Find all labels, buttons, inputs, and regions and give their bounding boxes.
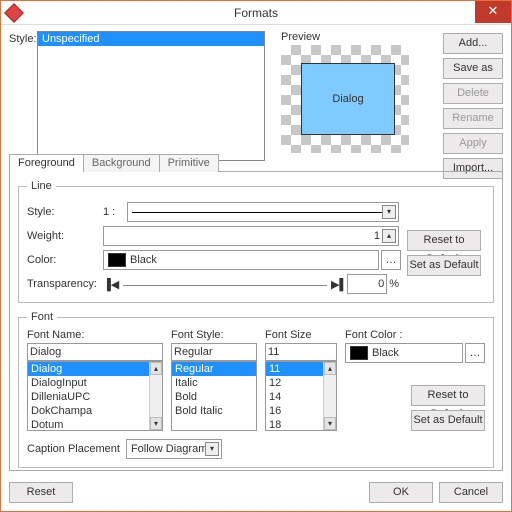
line-color-combo[interactable]: Black xyxy=(103,250,379,270)
font-name-label: Font Name: xyxy=(27,329,163,343)
line-style-combo[interactable]: ▾ xyxy=(127,202,399,222)
close-button[interactable]: ✕ xyxy=(475,1,511,23)
line-reset-default-button[interactable]: Reset to Default xyxy=(407,230,481,251)
color-swatch-black xyxy=(108,253,126,267)
slider-start-icon[interactable]: ▐◀ xyxy=(103,278,119,291)
slider-end-icon[interactable]: ▶▌ xyxy=(331,278,347,291)
line-set-default-button[interactable]: Set as Default xyxy=(407,255,481,276)
transparency-spinner[interactable] xyxy=(347,274,387,294)
add-button[interactable]: Add... xyxy=(443,33,503,54)
delete-button[interactable]: Delete xyxy=(443,83,503,104)
apply-button[interactable]: Apply xyxy=(443,133,503,154)
list-item[interactable]: Regular xyxy=(172,362,256,376)
cancel-button[interactable]: Cancel xyxy=(439,482,503,503)
tab-foreground[interactable]: Foreground xyxy=(9,154,84,172)
list-item[interactable]: DilleniaUPC xyxy=(28,390,162,404)
stepper-icon[interactable]: ▴ xyxy=(382,229,396,243)
color-swatch-black xyxy=(350,346,368,360)
line-style-label: Style: xyxy=(27,206,103,218)
color-browse-button[interactable]: … xyxy=(381,250,401,270)
transparency-slider[interactable] xyxy=(123,275,327,293)
transparency-label: Transparency: xyxy=(27,278,103,290)
font-color-label: Font Color : xyxy=(345,329,485,343)
font-style-input[interactable] xyxy=(171,343,257,361)
caption-placement-label: Caption Placement xyxy=(27,443,120,455)
style-item-unspecified[interactable]: Unspecified xyxy=(38,32,264,46)
font-fieldset: Font Font Name: Dialog DialogInput Dille… xyxy=(18,311,494,468)
caption-placement-combo[interactable]: Follow Diagram ▾ xyxy=(126,439,222,459)
tab-primitive[interactable]: Primitive xyxy=(159,154,219,172)
font-legend: Font xyxy=(27,311,57,323)
font-size-input[interactable] xyxy=(265,343,337,361)
list-item[interactable]: Dialog xyxy=(28,362,162,376)
font-name-input[interactable] xyxy=(27,343,163,361)
font-set-default-button[interactable]: Set as Default xyxy=(411,410,485,431)
font-style-list[interactable]: Regular Italic Bold Bold Italic xyxy=(171,361,257,431)
list-item[interactable]: Italic xyxy=(172,376,256,390)
font-size-label: Font Size xyxy=(265,329,337,343)
list-item[interactable]: Bold xyxy=(172,390,256,404)
line-weight-label: Weight: xyxy=(27,230,103,242)
line-color-label: Color: xyxy=(27,254,103,266)
font-size-list[interactable]: 11 12 14 16 18 ▴▾ xyxy=(265,361,337,431)
chevron-down-icon: ▾ xyxy=(205,442,219,456)
window-title: Formats xyxy=(1,6,511,20)
line-style-value: 1 : xyxy=(103,206,127,218)
font-color-browse-button[interactable]: … xyxy=(465,343,485,363)
font-name-list[interactable]: Dialog DialogInput DilleniaUPC DokChampa… xyxy=(27,361,163,431)
ok-button[interactable]: OK xyxy=(369,482,433,503)
reset-button[interactable]: Reset xyxy=(9,482,73,503)
preview-label: Preview xyxy=(281,31,409,45)
list-item[interactable]: Dotum xyxy=(28,418,162,431)
list-item[interactable]: DialogInput xyxy=(28,376,162,390)
line-legend: Line xyxy=(27,180,56,192)
list-item[interactable]: DokChampa xyxy=(28,404,162,418)
list-item[interactable]: Bold Italic xyxy=(172,404,256,418)
rename-button[interactable]: Rename xyxy=(443,108,503,129)
style-label: Style: xyxy=(9,31,37,161)
font-color-combo[interactable]: Black xyxy=(345,343,463,363)
preview-box: Dialog xyxy=(281,45,409,153)
chevron-down-icon: ▾ xyxy=(382,205,396,219)
font-style-label: Font Style: xyxy=(171,329,257,343)
tab-background[interactable]: Background xyxy=(83,154,160,172)
preview-shape: Dialog xyxy=(301,63,395,135)
font-reset-default-button[interactable]: Reset to Default xyxy=(411,385,485,406)
line-fieldset: Line Style: 1 : ▾ Weight: 1 ▴ Color: xyxy=(18,180,494,303)
side-buttons: Add... Save as Delete Rename Apply Impor… xyxy=(443,33,503,179)
save-as-button[interactable]: Save as xyxy=(443,58,503,79)
style-list[interactable]: Unspecified xyxy=(37,31,265,161)
line-weight-input[interactable]: 1 ▴ xyxy=(103,226,399,246)
titlebar: Formats ✕ xyxy=(1,1,511,25)
